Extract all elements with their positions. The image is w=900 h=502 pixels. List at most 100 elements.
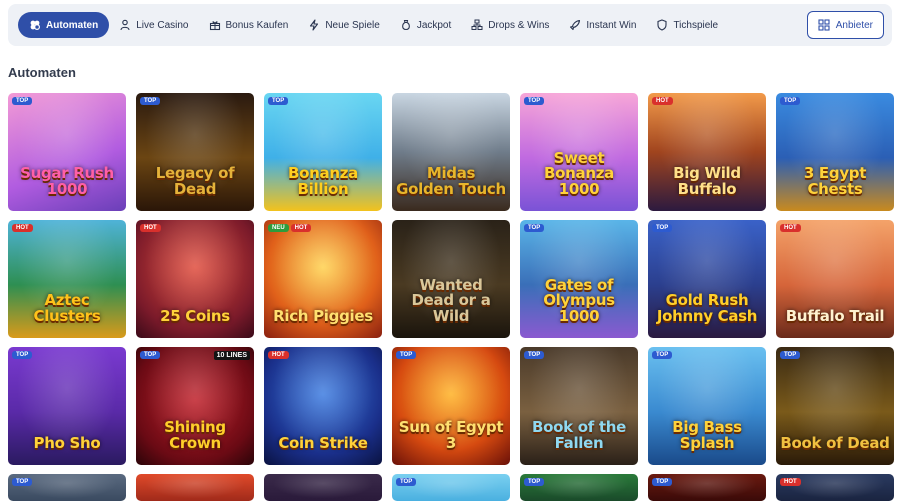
game-tile[interactable]: TOP <box>520 474 638 501</box>
game-title: Sugar Rush 1000 <box>20 164 114 198</box>
game-tile[interactable]: TOP Gold Rush Johnny Cash <box>648 220 766 338</box>
hot-badge: HOT <box>652 97 673 105</box>
nav-tab-jackpot[interactable]: Jackpot <box>390 12 461 38</box>
top-badge: TOP <box>524 351 545 359</box>
top-badge: TOP <box>524 224 545 232</box>
badge-group: TOP <box>524 97 545 105</box>
top-badge: TOP <box>140 351 161 359</box>
top-badge: TOP <box>780 351 801 359</box>
category-nav: Automaten Live Casino Bonus Kaufen Neue Spi… <box>8 4 892 46</box>
nav-tab-label: Tichspiele <box>673 19 719 31</box>
nav-tab-label: Neue Spiele <box>325 19 380 31</box>
game-tile[interactable]: TOP 10 LINES Shining Crown <box>136 347 254 465</box>
game-title: Shining Crown <box>164 418 226 452</box>
game-tile[interactable]: HOT Coin Strike <box>264 347 382 465</box>
nav-tab-instant-win[interactable]: Instant Win <box>559 12 646 38</box>
game-grid: TOP Sugar Rush 1000 TOP Legacy of Dead TOP Bo… <box>8 93 894 501</box>
game-tile[interactable]: HOT Aztec Clusters <box>8 220 126 338</box>
nav-tab-label: Instant Win <box>586 19 637 31</box>
game-title: Big Bass Splash <box>672 418 742 452</box>
clover-icon <box>29 19 41 31</box>
hot-badge: HOT <box>268 351 289 359</box>
game-tile[interactable]: TOP Book of Dead <box>776 347 894 465</box>
top-badge: TOP <box>268 97 289 105</box>
badge-group: HOT <box>780 224 801 232</box>
game-title: Legacy of Dead <box>155 164 235 198</box>
game-tile[interactable]: HOT 25 Coins <box>136 220 254 338</box>
badge-group: HOT <box>12 224 33 232</box>
nav-tab-bonus-kaufen[interactable]: Bonus Kaufen <box>199 12 299 38</box>
moneybag-icon <box>400 19 412 31</box>
provider-filter-button[interactable]: Anbieter <box>806 11 884 39</box>
gift-icon <box>209 19 221 31</box>
game-tile[interactable]: TOP Sweet Bonanza 1000 <box>520 93 638 211</box>
game-tile[interactable] <box>264 474 382 501</box>
top-badge: TOP <box>652 478 673 486</box>
badge-group: TOP <box>524 224 545 232</box>
game-title: Buffalo Trail <box>785 306 885 325</box>
game-title: Gold Rush Johnny Cash <box>656 291 758 325</box>
rocket-icon <box>569 19 581 31</box>
top-badge: TOP <box>652 351 673 359</box>
nav-tab-drops-wins[interactable]: Drops & Wins <box>461 12 559 38</box>
nav-tab-live-casino[interactable]: Live Casino <box>109 12 198 38</box>
game-tile[interactable]: TOP 3 Egypt Chests <box>776 93 894 211</box>
game-tile[interactable]: HOT Big Wild Buffalo <box>648 93 766 211</box>
shield-icon <box>656 19 668 31</box>
game-tile[interactable]: Wanted Dead or a Wild <box>392 220 510 338</box>
badge-group: TOP <box>652 478 673 486</box>
top-badge: TOP <box>396 351 417 359</box>
section-title: Automaten <box>8 65 76 80</box>
nav-tab-neue-spiele[interactable]: Neue Spiele <box>298 12 389 38</box>
hot-badge: HOT <box>12 224 33 232</box>
game-tile[interactable]: HOT Buffalo Trail <box>776 220 894 338</box>
game-title: Book of Dead <box>780 433 890 452</box>
game-tile[interactable]: TOP Gates of Olympus 1000 <box>520 220 638 338</box>
game-tile[interactable]: TOP Bonanza Billion <box>264 93 382 211</box>
game-thumbnail <box>136 474 254 501</box>
game-tile[interactable]: TOP Sun of Egypt 3 <box>392 347 510 465</box>
game-tile[interactable] <box>136 474 254 501</box>
game-tile[interactable]: HOT <box>776 474 894 501</box>
game-title: Rich Piggies <box>273 306 373 325</box>
game-title: Coin Strike <box>278 433 368 452</box>
game-tile[interactable]: TOP Big Bass Splash <box>648 347 766 465</box>
badge-group: TOP <box>396 351 417 359</box>
badge-group: TOP <box>140 351 161 359</box>
badge-group: TOP <box>268 97 289 105</box>
badge-group: TOP <box>396 478 417 486</box>
nav-tab-label: Live Casino <box>136 19 189 31</box>
badge-group: TOP <box>652 224 673 232</box>
game-thumbnail <box>264 474 382 501</box>
game-title: Aztec Clusters <box>33 291 101 325</box>
badge-group: HOT <box>780 478 801 486</box>
game-tile[interactable]: TOP <box>392 474 510 501</box>
game-tile[interactable]: TOP <box>648 474 766 501</box>
game-tile[interactable]: TOP Book of the Fallen <box>520 347 638 465</box>
top-badge: TOP <box>524 97 545 105</box>
game-tile[interactable]: TOP Pho Sho <box>8 347 126 465</box>
nav-tab-tichspiele[interactable]: Tichspiele <box>646 12 728 38</box>
hot-badge: HOT <box>780 224 801 232</box>
badge-group: TOP <box>524 478 545 486</box>
badge-group: HOT <box>268 351 289 359</box>
game-tile[interactable]: TOP Legacy of Dead <box>136 93 254 211</box>
nav-tab-automaten[interactable]: Automaten <box>18 12 110 38</box>
top-badge: TOP <box>12 478 33 486</box>
top-badge: TOP <box>12 97 33 105</box>
top-badge: TOP <box>140 97 161 105</box>
nav-tab-label: Jackpot <box>416 19 452 31</box>
badge-group: NEU HOT <box>268 224 312 232</box>
badge-group: TOP <box>780 351 801 359</box>
game-title: Sun of Egypt 3 <box>398 418 504 452</box>
hot-badge: HOT <box>140 224 161 232</box>
top-badge: TOP <box>524 478 545 486</box>
top-badge: TOP <box>396 478 417 486</box>
game-tile[interactable]: TOP Sugar Rush 1000 <box>8 93 126 211</box>
game-tile[interactable]: NEU HOT Rich Piggies <box>264 220 382 338</box>
top-badge: TOP <box>780 97 801 105</box>
top-badge: TOP <box>652 224 673 232</box>
game-tile[interactable]: TOP <box>8 474 126 501</box>
game-tile[interactable]: Midas Golden Touch <box>392 93 510 211</box>
nav-tab-label: Bonus Kaufen <box>225 19 289 31</box>
